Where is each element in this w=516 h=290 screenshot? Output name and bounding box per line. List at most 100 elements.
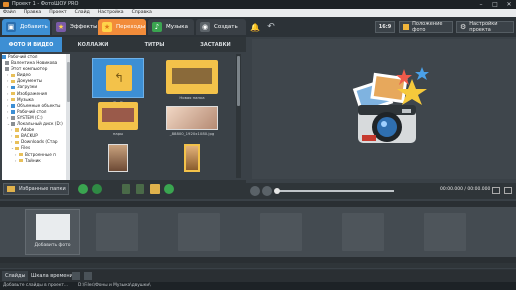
menu-help[interactable]: Справка bbox=[132, 9, 152, 17]
subtab-titles[interactable]: ТИТРЫ bbox=[124, 37, 185, 52]
minimize-icon[interactable]: – bbox=[474, 0, 488, 9]
menu-file[interactable]: Файл bbox=[3, 9, 16, 17]
app-window: Проект 1 - ФотоШОУ PRO – □ ✕ Файл Правка… bbox=[0, 0, 516, 290]
photo-preview bbox=[184, 144, 200, 172]
tab-timeline[interactable]: Шкала времени bbox=[28, 271, 76, 281]
thumb-caption: пары bbox=[112, 131, 124, 136]
fullscreen-icon[interactable] bbox=[504, 187, 512, 194]
tab-transitions-label: Переходы bbox=[116, 24, 146, 30]
sort-down-icon[interactable] bbox=[122, 184, 130, 194]
main-toolbar: ▣ Добавить ★ Эффекты ★ Переходы ♪ Музыка… bbox=[0, 17, 516, 37]
parent-folder-thumb[interactable]: ↰ <...> bbox=[92, 58, 144, 104]
gear-icon: ⚙ bbox=[460, 23, 467, 31]
preview-panel bbox=[246, 37, 516, 199]
undo-icon[interactable]: ↶ bbox=[262, 19, 280, 35]
tab-music[interactable]: ♪ Музыка bbox=[148, 19, 194, 35]
subtab-intros[interactable]: ЗАСТАВКИ bbox=[185, 37, 246, 52]
time-display: 00:00.000 / 00:00.000 bbox=[440, 187, 491, 192]
menu-bar: Файл Правка Проект Слайд Настройка Справ… bbox=[0, 9, 516, 17]
media-subtabs: ФОТО И ВИДЕО КОЛЛАЖИ ТИТРЫ ЗАСТАВКИ bbox=[0, 37, 246, 52]
close-icon[interactable]: ✕ bbox=[502, 0, 516, 9]
folder-icon bbox=[7, 186, 15, 192]
view-tabs: Слайды Шкала времени bbox=[0, 270, 516, 282]
tree-item[interactable]: › Тайник bbox=[2, 158, 66, 164]
slide-position-button[interactable]: Положение фото bbox=[399, 21, 453, 33]
add-photo-label: Добавить фото bbox=[34, 243, 71, 248]
player-bar: 00:00.000 / 00:00.000 bbox=[246, 183, 516, 199]
window-controls: – □ ✕ bbox=[474, 0, 516, 9]
tab-add[interactable]: ▣ Добавить bbox=[2, 19, 50, 35]
seek-bar[interactable] bbox=[276, 190, 394, 192]
preview-area bbox=[252, 39, 516, 179]
media-bottom-bar: Избранные папки bbox=[0, 180, 246, 199]
open-folder-icon[interactable] bbox=[150, 184, 160, 194]
add-selected-icon[interactable] bbox=[92, 184, 102, 194]
tab-effects-label: Эффекты bbox=[70, 24, 98, 30]
app-icon bbox=[3, 2, 9, 7]
menu-project[interactable]: Проект bbox=[49, 9, 66, 17]
empty-slide-slot[interactable] bbox=[424, 213, 466, 251]
thumb-caption: Новая папка bbox=[179, 95, 205, 100]
folder-tree: Рабочий стол Валентина Новикова Этот ком… bbox=[2, 54, 66, 184]
bell-icon[interactable]: 🔔 bbox=[250, 19, 260, 35]
status-message: Добавьте слайды в проект... bbox=[3, 283, 69, 288]
sort-up-icon[interactable] bbox=[136, 184, 144, 194]
folder-thumb[interactable]: пары bbox=[92, 102, 144, 136]
folder-thumb[interactable]: Новая папка bbox=[166, 58, 218, 100]
empty-slide-slot[interactable] bbox=[260, 213, 302, 251]
position-icon bbox=[403, 24, 410, 30]
photo-preview bbox=[166, 106, 218, 130]
slide-position-label: Положение фото bbox=[412, 21, 443, 33]
tab-slides[interactable]: Слайды bbox=[2, 271, 29, 281]
window-title: Проект 1 - ФотоШОУ PRO bbox=[12, 1, 79, 7]
project-settings-button[interactable]: ⚙ Настройки проекта bbox=[456, 21, 514, 33]
zoom-out-icon[interactable] bbox=[72, 272, 80, 280]
tab-effects[interactable]: ★ Эффекты bbox=[52, 19, 98, 35]
music-icon: ♪ bbox=[152, 22, 162, 32]
subtab-photo-video[interactable]: ФОТО И ВИДЕО bbox=[0, 37, 62, 52]
folder-up-icon: ↰ bbox=[92, 58, 144, 98]
empty-slide-slot[interactable] bbox=[342, 213, 384, 251]
timeline-scrollbar[interactable] bbox=[0, 263, 516, 268]
title-bar: Проект 1 - ФотоШОУ PRO – □ ✕ bbox=[0, 0, 516, 9]
tab-create[interactable]: ◉ Создать bbox=[196, 19, 246, 35]
status-path: D:\Files\Фоны и Музыка\двушки\ bbox=[78, 283, 151, 288]
image-thumb[interactable] bbox=[166, 144, 218, 173]
effects-icon: ★ bbox=[56, 22, 66, 32]
tree-scrollbar[interactable] bbox=[66, 54, 70, 184]
favorites-button[interactable]: Избранные папки bbox=[3, 183, 69, 195]
add-icon: ▣ bbox=[6, 22, 16, 32]
maximize-icon[interactable]: □ bbox=[488, 0, 502, 9]
transitions-icon: ★ bbox=[102, 22, 112, 32]
favorites-label: Избранные папки bbox=[19, 186, 66, 192]
empty-slide-slot[interactable] bbox=[178, 213, 220, 251]
menu-settings[interactable]: Настройка bbox=[98, 9, 124, 17]
seek-handle[interactable] bbox=[274, 188, 280, 194]
thumbnail-scrollbar[interactable] bbox=[236, 54, 241, 178]
aspect-ratio-button[interactable]: 16:9 bbox=[375, 21, 395, 33]
menu-slide[interactable]: Слайд bbox=[75, 9, 90, 17]
play-icon[interactable] bbox=[250, 186, 260, 196]
menu-edit[interactable]: Правка bbox=[24, 9, 41, 17]
stop-icon[interactable] bbox=[262, 186, 272, 196]
snapshot-icon[interactable] bbox=[492, 187, 500, 194]
slide-timeline: Добавить фото bbox=[0, 199, 516, 269]
tab-create-label: Создать bbox=[214, 24, 238, 30]
tab-transitions[interactable]: ★ Переходы bbox=[98, 19, 146, 35]
photo-preview bbox=[108, 144, 128, 172]
add-photo-slot[interactable]: Добавить фото bbox=[25, 209, 80, 255]
add-all-icon[interactable] bbox=[78, 184, 88, 194]
subtab-collages[interactable]: КОЛЛАЖИ bbox=[62, 37, 124, 52]
image-thumb[interactable]: _88800_1920x1080.jpg bbox=[166, 106, 218, 136]
zoom-in-icon[interactable] bbox=[84, 272, 92, 280]
status-bar: Добавьте слайды в проект... D:\Files\Фон… bbox=[0, 282, 516, 290]
tab-add-label: Добавить bbox=[20, 24, 48, 30]
camera-photos-illustration bbox=[352, 67, 429, 143]
folder-icon bbox=[166, 60, 218, 94]
project-settings-label: Настройки проекта bbox=[469, 21, 498, 33]
aspect-ratio-label: 16:9 bbox=[378, 24, 392, 30]
image-thumb[interactable] bbox=[92, 144, 144, 173]
refresh-icon[interactable] bbox=[164, 184, 174, 194]
empty-slide-slot[interactable] bbox=[96, 213, 138, 251]
create-icon: ◉ bbox=[200, 22, 210, 32]
